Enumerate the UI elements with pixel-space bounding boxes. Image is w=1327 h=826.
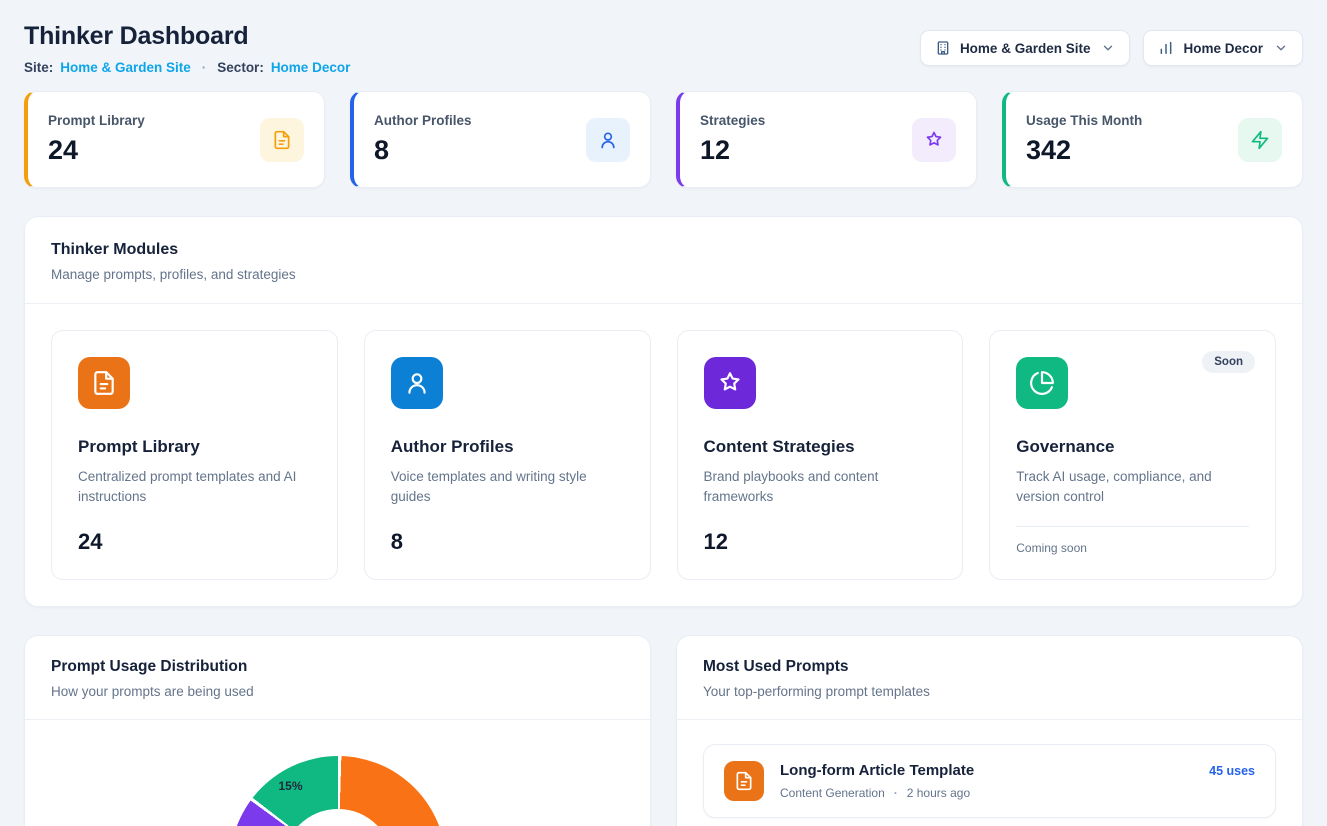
module-title: Prompt Library (78, 437, 311, 457)
most-used-prompts-panel: Most Used Prompts Your top-performing pr… (676, 635, 1303, 826)
sector-link[interactable]: Home Decor (271, 60, 351, 75)
donut-slice-label: 15% (278, 779, 302, 793)
stat-label: Prompt Library (48, 113, 145, 128)
module-card-author-profiles[interactable]: Author Profiles Voice templates and writ… (364, 330, 651, 580)
page-title: Thinker Dashboard (24, 22, 350, 51)
coming-soon-text: Coming soon (1016, 541, 1249, 555)
header-left: Thinker Dashboard Site: Home & Garden Si… (24, 22, 350, 75)
section-subtitle: Manage prompts, profiles, and strategies (51, 267, 1276, 282)
module-count: 12 (704, 529, 937, 555)
panel-header: Most Used Prompts Your top-performing pr… (677, 636, 1302, 720)
uses-badge: 45 uses (1209, 764, 1255, 778)
user-icon (586, 118, 630, 162)
stat-label: Usage This Month (1026, 113, 1142, 128)
donut-chart-ring: 15% (230, 756, 446, 826)
site-link[interactable]: Home & Garden Site (60, 60, 191, 75)
document-icon (78, 357, 130, 409)
chevron-down-icon (1274, 41, 1288, 55)
site-selector-label: Home & Garden Site (960, 41, 1091, 56)
separator-dot: · (894, 786, 898, 800)
prompt-time: 2 hours ago (907, 786, 970, 800)
donut-hole (283, 809, 393, 826)
pie-chart-icon (1016, 357, 1068, 409)
stat-card-usage: Usage This Month 342 (1002, 91, 1303, 188)
modules-grid: Prompt Library Centralized prompt templa… (25, 304, 1302, 606)
document-icon (260, 118, 304, 162)
page-header: Thinker Dashboard Site: Home & Garden Si… (24, 22, 1303, 75)
building-icon (935, 40, 951, 56)
module-count: 8 (391, 529, 624, 555)
prompt-list-item[interactable]: Long-form Article Template Content Gener… (703, 744, 1276, 818)
dashboard-page: Thinker Dashboard Site: Home & Garden Si… (0, 0, 1327, 826)
stat-label: Strategies (700, 113, 765, 128)
sector-selector-label: Home Decor (1183, 41, 1263, 56)
sparkles-icon (912, 118, 956, 162)
stat-label: Author Profiles (374, 113, 472, 128)
bottom-row: Prompt Usage Distribution How your promp… (24, 635, 1303, 826)
panel-subtitle: How your prompts are being used (51, 684, 624, 699)
header-controls: Home & Garden Site Home Decor (920, 30, 1303, 66)
module-card-governance[interactable]: Soon Governance Track AI usage, complian… (989, 330, 1276, 580)
sparkles-icon (704, 357, 756, 409)
module-card-prompt-library[interactable]: Prompt Library Centralized prompt templa… (51, 330, 338, 580)
stats-row: Prompt Library 24 Author Profiles 8 Stra… (24, 91, 1303, 188)
site-selector-dropdown[interactable]: Home & Garden Site (920, 30, 1131, 66)
separator-dot: · (198, 60, 211, 75)
soon-badge: Soon (1202, 351, 1255, 373)
panel-subtitle: Your top-performing prompt templates (703, 684, 1276, 699)
stat-card-prompt-library: Prompt Library 24 (24, 91, 325, 188)
module-description: Centralized prompt templates and AI inst… (78, 467, 311, 508)
sector-selector-dropdown[interactable]: Home Decor (1143, 30, 1303, 66)
panel-header: Prompt Usage Distribution How your promp… (25, 636, 650, 720)
donut-chart: 15% (25, 720, 650, 826)
lightning-icon (1238, 118, 1282, 162)
module-card-content-strategies[interactable]: Content Strategies Brand playbooks and c… (677, 330, 964, 580)
prompt-list: Long-form Article Template Content Gener… (677, 720, 1302, 826)
section-header: Thinker Modules Manage prompts, profiles… (25, 217, 1302, 304)
stat-card-author-profiles: Author Profiles 8 (350, 91, 651, 188)
prompt-info: Long-form Article Template Content Gener… (780, 761, 1193, 800)
stat-value: 342 (1026, 135, 1142, 166)
thinker-modules-section: Thinker Modules Manage prompts, profiles… (24, 216, 1303, 607)
prompt-category: Content Generation (780, 786, 885, 800)
module-title: Content Strategies (704, 437, 937, 457)
module-title: Governance (1016, 437, 1249, 457)
module-description: Track AI usage, compliance, and version … (1016, 467, 1249, 508)
user-icon (391, 357, 443, 409)
chevron-down-icon (1101, 41, 1115, 55)
stat-value: 12 (700, 135, 765, 166)
sector-label: Sector: (217, 60, 264, 75)
stat-value: 24 (48, 135, 145, 166)
prompt-usage-panel: Prompt Usage Distribution How your promp… (24, 635, 651, 826)
prompt-title: Long-form Article Template (780, 762, 1193, 779)
module-description: Voice templates and writing style guides (391, 467, 624, 508)
module-count: 24 (78, 529, 311, 555)
site-label: Site: (24, 60, 53, 75)
panel-title: Most Used Prompts (703, 658, 1276, 676)
stat-value: 8 (374, 135, 472, 166)
bar-chart-icon (1158, 40, 1174, 56)
panel-title: Prompt Usage Distribution (51, 658, 624, 676)
divider (1016, 526, 1249, 527)
prompt-meta: Content Generation · 2 hours ago (780, 786, 1193, 800)
section-title: Thinker Modules (51, 241, 1276, 259)
module-title: Author Profiles (391, 437, 624, 457)
breadcrumb: Site: Home & Garden Site · Sector: Home … (24, 60, 350, 75)
module-description: Brand playbooks and content frameworks (704, 467, 937, 508)
document-icon (724, 761, 764, 801)
stat-card-strategies: Strategies 12 (676, 91, 977, 188)
